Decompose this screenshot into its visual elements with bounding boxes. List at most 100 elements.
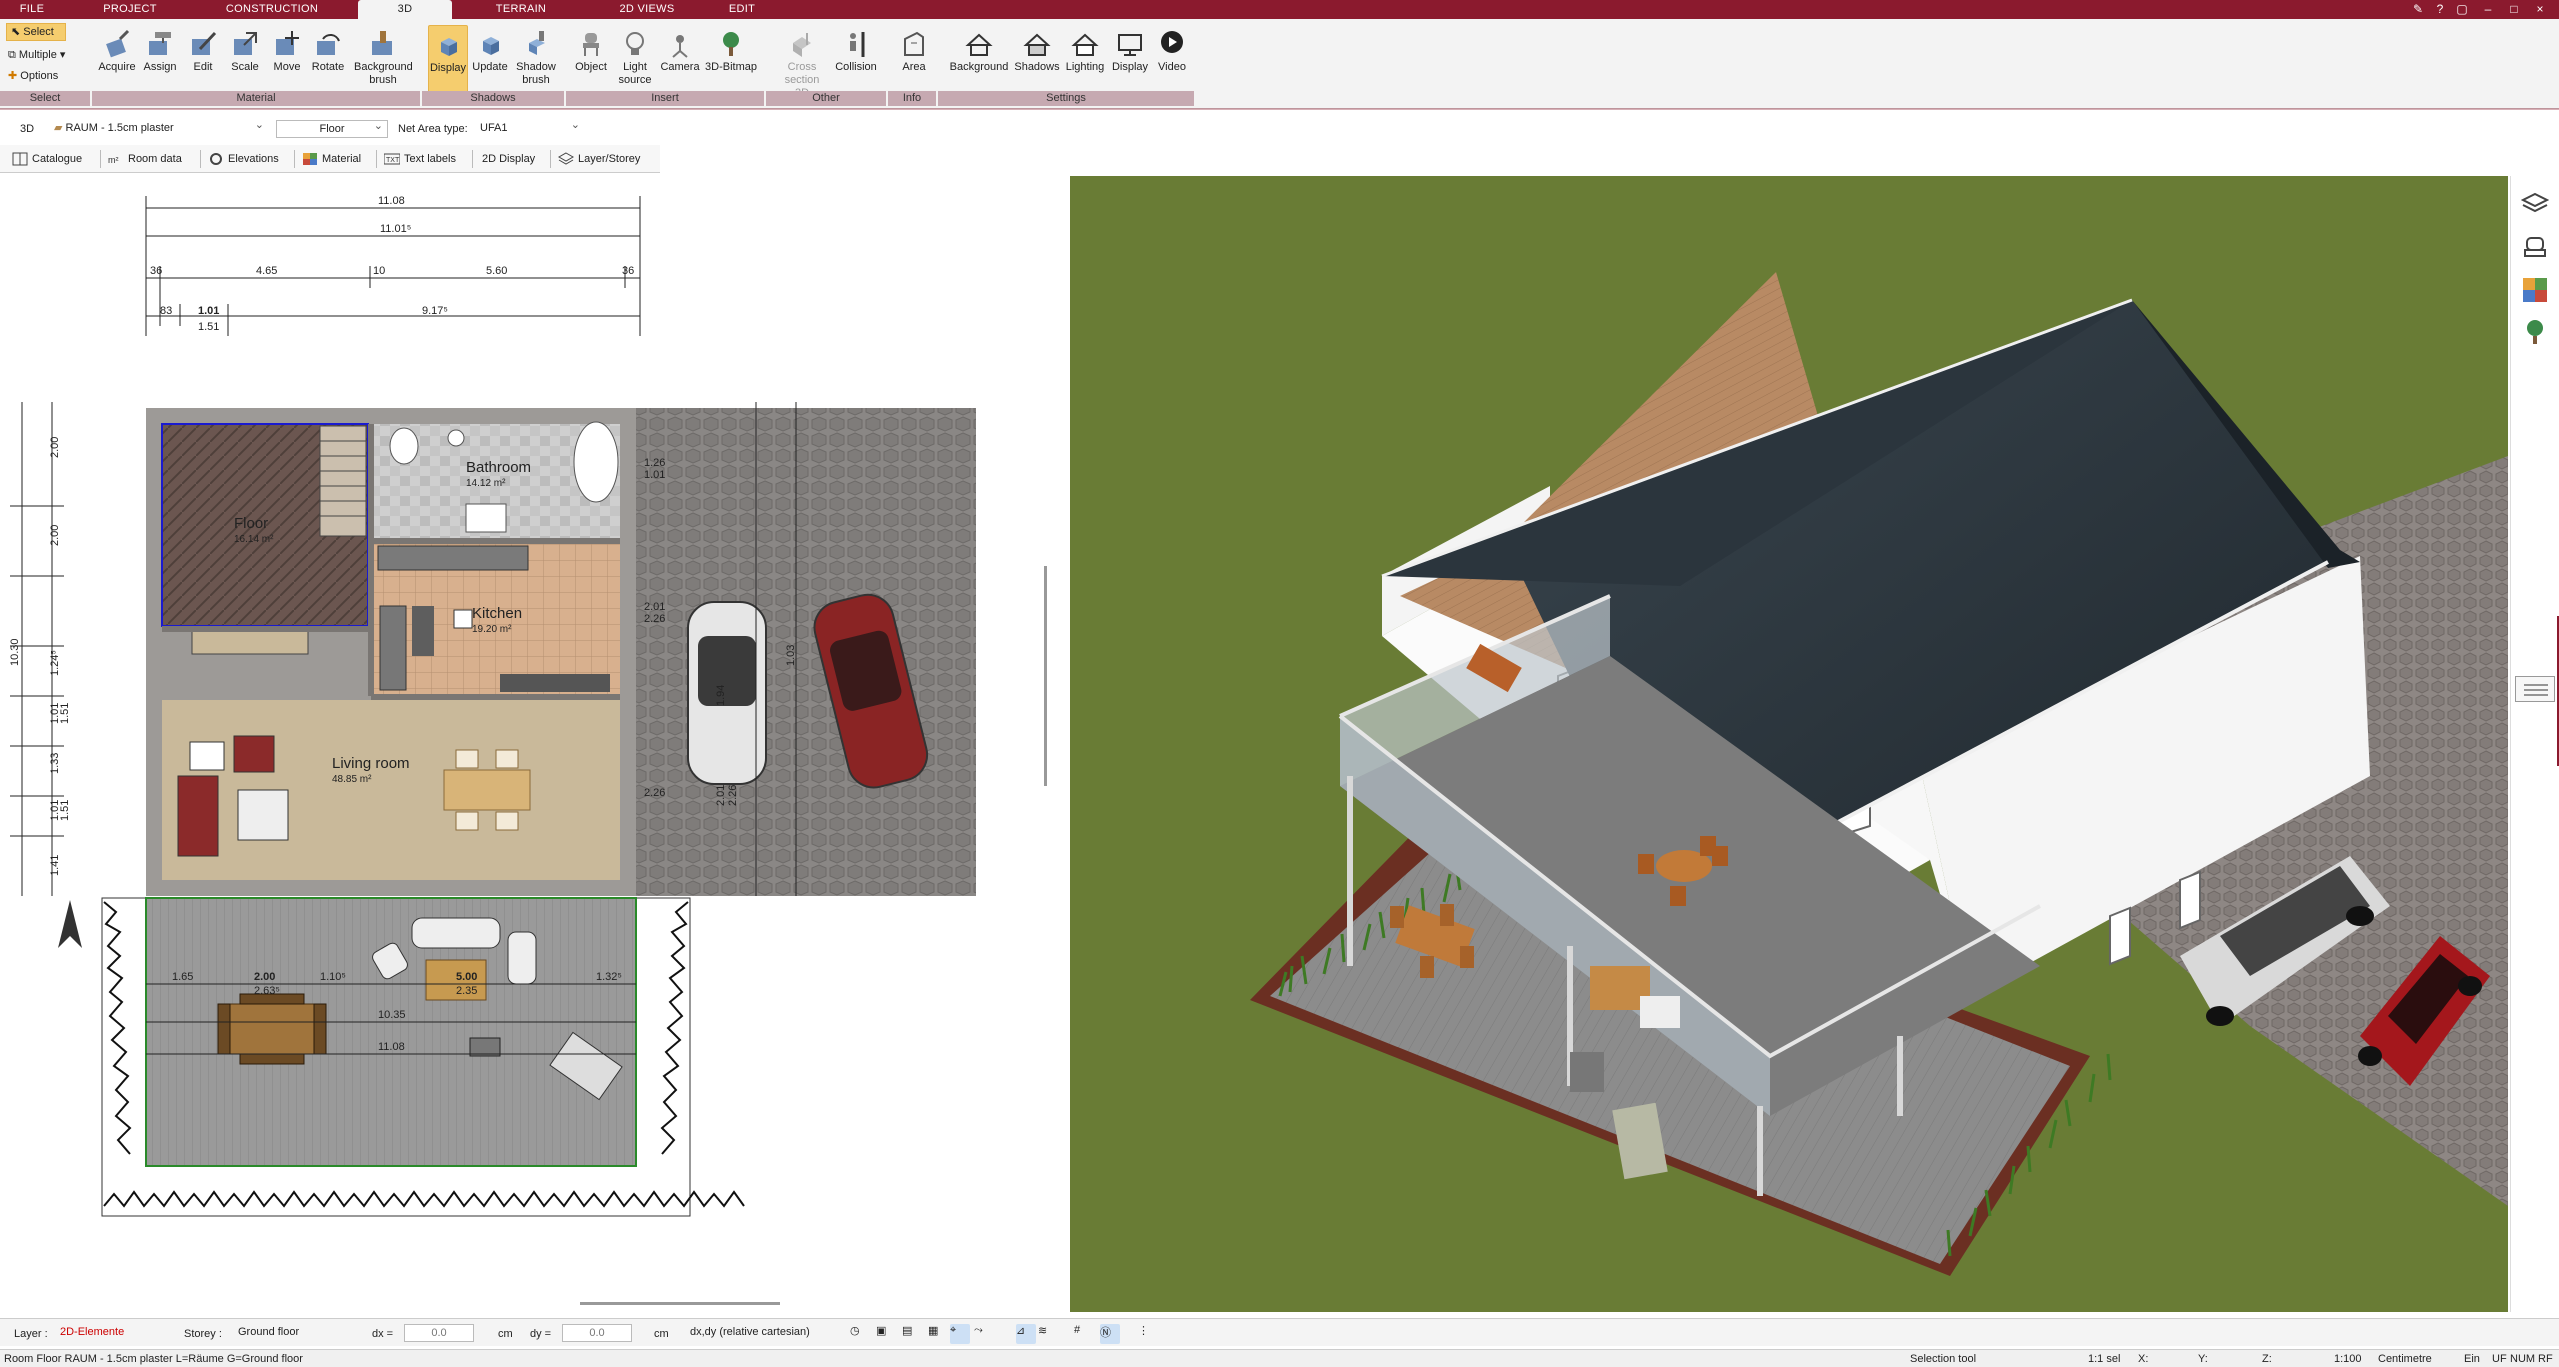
cube-snap-icon[interactable]: ▦ [928, 1324, 948, 1344]
cross-section-icon [793, 33, 811, 57]
options-button[interactable]: ✚ Options [8, 69, 58, 82]
rotate-button[interactable]: Rotate [308, 25, 348, 101]
video-button[interactable]: Video [1152, 25, 1192, 101]
bitmap-3d-button[interactable]: 3D-Bitmap [704, 25, 758, 101]
line-snap-icon[interactable]: ⤳ [974, 1324, 994, 1344]
cross-section-button[interactable]: Cross section 3D [776, 25, 828, 101]
scale-button[interactable]: Scale [226, 25, 264, 101]
multiple-dropdown[interactable]: ⧉ Multiple ▾ [8, 48, 65, 62]
group-shadows-label: Shadows [422, 91, 566, 106]
tab-construction[interactable]: CONSTRUCTION [220, 0, 324, 19]
furniture-icon[interactable] [2521, 234, 2549, 262]
point-snap-icon[interactable]: ⌖ [950, 1324, 970, 1344]
plant-icon[interactable] [2521, 318, 2549, 346]
layers-snap-icon[interactable]: ▤ [902, 1324, 922, 1344]
layer-select[interactable]: 2D-Elemente [54, 1324, 170, 1342]
floor-plan-canvas[interactable]: 11.08 11.01⁵ 4.65 5.60 36 10 36 1.01 9.1… [0, 176, 1050, 1316]
select-button[interactable]: ⬉ Select [6, 23, 66, 41]
tab-project[interactable]: PROJECT [96, 0, 164, 19]
minimize-icon[interactable]: – [2480, 1, 2496, 17]
background-brush-button[interactable]: Background brush [350, 25, 416, 101]
floor-plan-2d-view[interactable]: 11.08 11.01⁵ 4.65 5.60 36 10 36 1.01 9.1… [0, 176, 1047, 1306]
display-2d-tab[interactable]: 2D Display [478, 149, 535, 169]
view-3d[interactable] [1070, 176, 2508, 1312]
shadows-update-button[interactable]: Update [470, 25, 510, 101]
view-splitter[interactable] [1050, 176, 1070, 1312]
help-icon[interactable]: ? [2432, 1, 2448, 17]
dim-label: 1.10⁵ [320, 971, 346, 983]
lighting-button[interactable]: Lighting [1062, 25, 1108, 101]
plan-vertical-scrollbar[interactable] [1044, 566, 1047, 786]
room-data-tab[interactable]: m² Room data [106, 149, 182, 169]
panel-toggle-button[interactable] [2515, 676, 2555, 702]
light-source-button[interactable]: Light source [614, 25, 656, 101]
separator [550, 150, 551, 168]
area-button[interactable]: Area [892, 25, 936, 101]
storey-label: Storey : [184, 1328, 222, 1340]
dy-input[interactable]: 0.0 [562, 1324, 632, 1342]
elevations-label: Elevations [228, 153, 279, 165]
material-swatch-icon [303, 153, 317, 165]
shadows-display-label: Display [429, 62, 467, 74]
background-button[interactable]: Background [944, 25, 1014, 101]
collision-button[interactable]: Collision [830, 25, 882, 101]
tab-file[interactable]: FILE [8, 0, 56, 19]
tools-icon[interactable]: ✎ [2410, 1, 2426, 17]
storey-select[interactable]: Ground floor [232, 1324, 348, 1342]
net-area-combo[interactable]: UFA1 [474, 117, 584, 138]
layer-storey-tab[interactable]: Layer/Storey [556, 149, 640, 169]
play-icon [1161, 31, 1183, 53]
maximize-icon[interactable]: □ [2506, 1, 2522, 17]
angle-snap-icon[interactable]: ≋ [1038, 1324, 1058, 1344]
shadows-settings-button[interactable]: Shadows [1012, 25, 1062, 101]
room-area-kitchen: 19.20 m² [472, 624, 512, 635]
kitchen-counter [377, 545, 529, 571]
restore-ribbon-icon[interactable]: ▢ [2454, 1, 2470, 17]
plan-horizontal-scrollbar[interactable] [580, 1302, 780, 1305]
dim-label: 9.17⁵ [422, 305, 448, 317]
monitor-snap-icon[interactable]: ▣ [876, 1324, 896, 1344]
acquire-button[interactable]: Acquire [96, 25, 138, 101]
plus-icon: ✚ [8, 70, 21, 82]
edit-button[interactable]: Edit [184, 25, 222, 101]
tab-3d[interactable]: 3D [358, 0, 452, 19]
dim-label: 4.65 [256, 265, 277, 277]
display-settings-button[interactable]: Display [1108, 25, 1152, 101]
tab-terrain[interactable]: TERRAIN [490, 0, 552, 19]
room-style-combo[interactable]: ▰ RAUM - 1.5cm plaster [48, 117, 268, 138]
catalogue-tab[interactable]: Catalogue [10, 149, 82, 169]
dim-label: 2.00 [49, 437, 61, 458]
dx-input[interactable]: 0.0 [404, 1324, 474, 1342]
vanity [465, 503, 507, 533]
more-icon[interactable]: ⋮ [1138, 1324, 1158, 1344]
ortho-snap-icon[interactable]: ⊿ [1016, 1324, 1036, 1344]
layers-icon[interactable] [2521, 190, 2549, 218]
separator [100, 150, 101, 168]
grid-icon[interactable]: # [1074, 1324, 1094, 1344]
status-ein: Ein [2464, 1353, 2480, 1365]
room-name-input[interactable]: Floor [276, 118, 388, 138]
object-button[interactable]: Object [570, 25, 612, 101]
text-labels-tab[interactable]: TXT Text labels [382, 149, 456, 169]
move-button[interactable]: Move [268, 25, 306, 101]
material-palette-icon[interactable] [2521, 276, 2549, 304]
camera-button[interactable]: Camera [658, 25, 702, 101]
edit-label: Edit [193, 61, 213, 73]
coordinate-mode-select[interactable]: dx,dy (relative cartesian) [684, 1324, 832, 1342]
shadow-brush-icon [529, 31, 545, 55]
tab-edit[interactable]: EDIT [720, 0, 764, 19]
assign-button[interactable]: Assign [140, 25, 180, 101]
status-y: Y: [2198, 1353, 2208, 1365]
room-name-living: Living room [332, 755, 410, 772]
scene-3d-canvas[interactable] [1070, 176, 2508, 1312]
shadow-brush-button[interactable]: Shadow brush [512, 25, 560, 101]
living-room-area[interactable] [162, 700, 620, 880]
close-icon[interactable]: × [2532, 1, 2548, 17]
shadows-display-button[interactable]: Display [428, 25, 468, 101]
material-tab[interactable]: Material [300, 149, 361, 169]
tab-2d-views[interactable]: 2D VIEWS [612, 0, 682, 19]
clock-icon[interactable]: ◷ [850, 1324, 870, 1344]
north-snap-icon[interactable]: Ⓝ [1100, 1324, 1120, 1344]
elevations-tab[interactable]: Elevations [206, 149, 279, 169]
svg-text:TXT: TXT [386, 157, 400, 164]
